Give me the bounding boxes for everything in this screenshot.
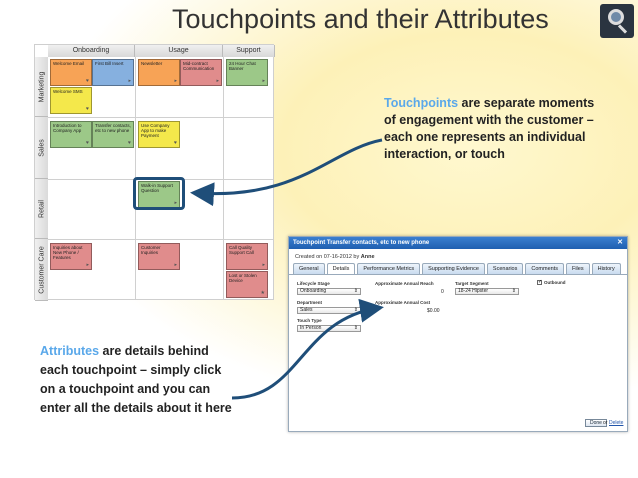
dialog-tabs: General Details Performance Metrics Supp…: [289, 263, 627, 275]
dialog-title-bar[interactable]: Touchpoint Transfer contacts, etc to new…: [289, 237, 627, 249]
outbound-label: Outbound: [544, 280, 566, 285]
lifecycle-stage-label: Lifecycle Stage: [297, 281, 330, 286]
attributes-keyword: Attributes: [40, 344, 100, 358]
dialog-body: Lifecycle Stage Onboarding ⇕ Approximate …: [289, 275, 627, 425]
grid-line: [48, 117, 273, 118]
touchpoint-card-welcome-sms[interactable]: Welcome SMS ♥: [50, 87, 92, 114]
tab-performance-metrics[interactable]: Performance Metrics: [357, 263, 421, 274]
column-header-usage[interactable]: Usage: [135, 45, 223, 57]
touchpoint-card-first-bill-insert[interactable]: First Bill Insert ▸: [92, 59, 134, 86]
touchpoint-card-customer-inquiries[interactable]: Customer Inquiries ▸: [138, 243, 180, 270]
selection-highlight: [133, 177, 185, 210]
tab-scenarios[interactable]: Scenarios: [486, 263, 524, 274]
tab-supporting-evidence[interactable]: Supporting Evidence: [422, 263, 485, 274]
column-header-support[interactable]: Support: [223, 45, 275, 57]
touchpoint-card-use-app[interactable]: Use Company App to make Payment ♥: [138, 121, 180, 148]
tab-details[interactable]: Details: [326, 263, 356, 274]
star-icon: ★: [260, 290, 265, 296]
heart-icon: ♥: [86, 140, 89, 146]
heart-icon: ♥: [86, 106, 89, 112]
journey-board: Onboarding Usage Support Marketing Sales…: [34, 44, 275, 301]
target-segment-label: Target Segment: [455, 281, 489, 286]
or-text: or: [603, 420, 608, 426]
target-segment-select[interactable]: 18-24 Hipster ⇕: [455, 288, 519, 295]
heart-icon: ♥: [174, 140, 177, 146]
column-header-onboarding[interactable]: Onboarding: [48, 45, 135, 57]
chevron-updown-icon: ⇕: [353, 307, 358, 313]
touchpoint-card-transfer-contacts[interactable]: Transfer contacts, etc to new phone ♥: [92, 121, 134, 148]
slide-title: Touchpoints and their Attributes: [172, 4, 549, 34]
created-by: Anne: [360, 254, 375, 260]
touchpoint-dialog: Touchpoint Transfer contacts, etc to new…: [288, 236, 628, 432]
slide: Touchpoints and their Attributes Onboard…: [0, 0, 638, 478]
close-icon[interactable]: ✕: [617, 238, 623, 248]
touchpoint-card-quality-call[interactable]: Call Quality Support Call ▸: [226, 243, 268, 270]
touchpoint-card-inquiries-phone[interactable]: Inquiries about New Phone / Features ▸: [50, 243, 92, 270]
touchpoint-card-chat-banner[interactable]: 24 Hour Chat Banner ▸: [226, 59, 268, 86]
chevron-updown-icon: ⇕: [511, 288, 516, 294]
row-header-marketing[interactable]: Marketing: [35, 57, 48, 117]
heart-icon: ♥: [86, 78, 89, 84]
grid-line: [223, 57, 224, 299]
touchpoints-callout: Touchpoints are separate moments of enga…: [384, 95, 604, 163]
touchpoint-card-intro-app[interactable]: Introduction to Company App ♥: [50, 121, 92, 148]
annual-reach-value[interactable]: 0: [441, 289, 444, 295]
touch-type-select[interactable]: In Person ⇕: [297, 325, 361, 332]
flag-icon: ▸: [262, 262, 265, 268]
attributes-callout: Attributes are details behind each touch…: [40, 342, 240, 418]
flag-icon: ▸: [174, 262, 177, 268]
row-header-sales[interactable]: Sales: [35, 117, 48, 179]
heart-icon: ♥: [128, 140, 131, 146]
flag-icon: ▸: [216, 78, 219, 84]
grid-line: [48, 239, 273, 240]
created-info: Created on 07-16-2012 by Anne: [289, 249, 627, 263]
flag-icon: ▸: [86, 262, 89, 268]
chevron-updown-icon: ⇕: [353, 288, 358, 294]
touchpoints-keyword: Touchpoints: [384, 96, 459, 110]
annual-reach-label: Approximate Annual Reach: [375, 281, 434, 286]
tab-files[interactable]: Files: [565, 263, 590, 274]
flag-icon: ▸: [174, 78, 177, 84]
created-prefix: Created on 07-16-2012 by: [295, 254, 361, 260]
dialog-title: Touchpoint Transfer contacts, etc to new…: [293, 240, 430, 246]
tab-general[interactable]: General: [293, 263, 325, 274]
magnifier-logo-icon: [600, 4, 634, 38]
delete-link[interactable]: Delete: [609, 420, 623, 426]
touchpoint-card-mid-contract[interactable]: Mid-contract Communication ▸: [180, 59, 222, 86]
touchpoint-card-welcome-email[interactable]: Welcome Email ♥: [50, 59, 92, 86]
row-header-retail[interactable]: Retail: [35, 179, 48, 239]
department-label: Department: [297, 300, 323, 305]
lifecycle-stage-select[interactable]: Onboarding ⇕: [297, 288, 361, 295]
flag-icon: ▸: [262, 78, 265, 84]
department-select[interactable]: Sales ⇕: [297, 307, 361, 314]
touchpoint-card-newsletter[interactable]: Newsletter ▸: [138, 59, 180, 86]
annual-cost-value[interactable]: $0.00: [427, 308, 440, 314]
outbound-checkbox[interactable]: ✓: [537, 280, 542, 285]
flag-icon: ▸: [128, 78, 131, 84]
tab-history[interactable]: History: [591, 263, 621, 274]
chevron-updown-icon: ⇕: [353, 325, 358, 331]
row-header-customer-care[interactable]: Customer Care: [35, 239, 48, 301]
annual-cost-label: Approximate Annual Cost: [375, 300, 431, 305]
touch-type-label: Touch Type: [297, 318, 322, 323]
tab-comments[interactable]: Comments: [525, 263, 564, 274]
touchpoint-card-lost-device[interactable]: Lost or Stolen Device ★: [226, 271, 268, 298]
